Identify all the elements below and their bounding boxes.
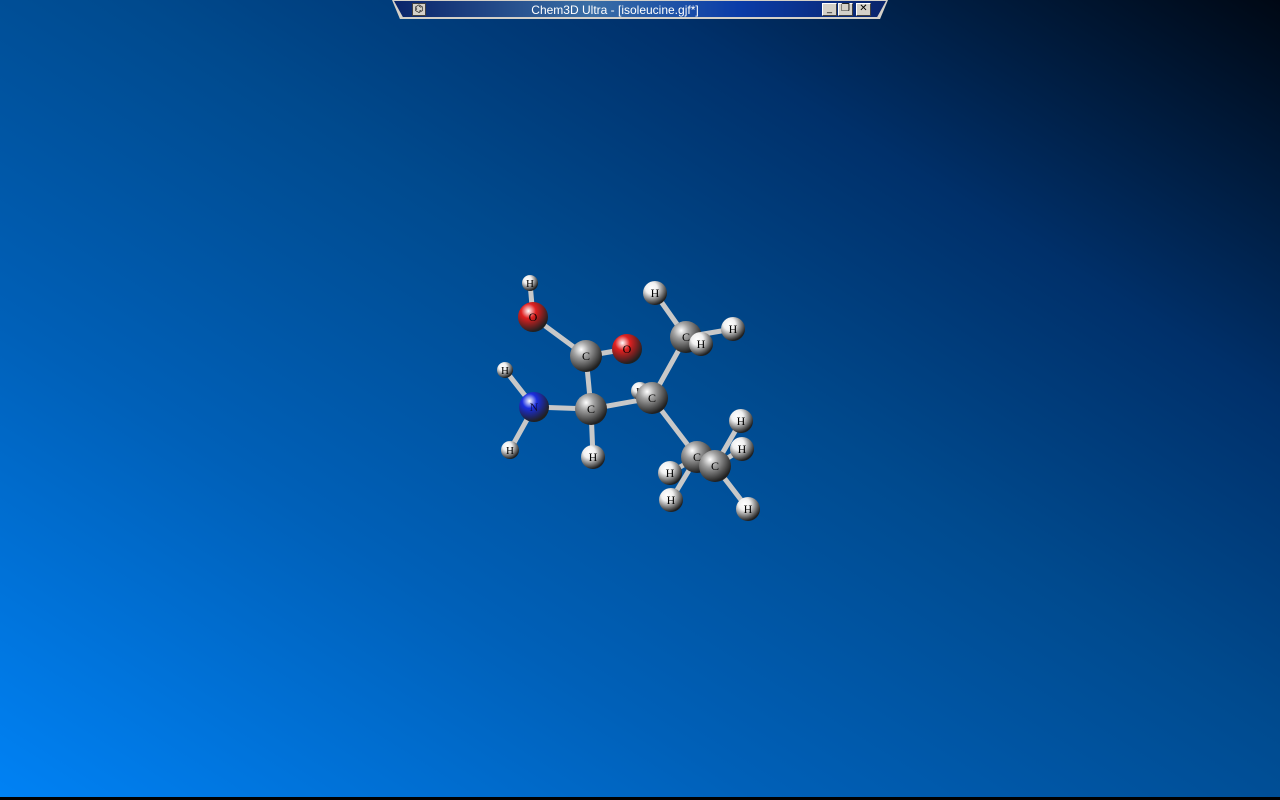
atom-label: C [582, 349, 590, 363]
atom-cd[interactable]: C [699, 450, 731, 482]
atom-label: O [623, 342, 632, 356]
atom-h12[interactable]: H [730, 437, 754, 461]
atom-ca[interactable]: C [575, 393, 607, 425]
atom-label: H [738, 442, 747, 456]
atom-h9[interactable]: H [658, 461, 682, 485]
close-button[interactable]: ✕ [856, 3, 871, 16]
atom-label: H [501, 365, 509, 377]
atom-label: O [529, 310, 538, 324]
minimize-button[interactable]: _ [822, 3, 837, 16]
atom-label: H [506, 445, 514, 457]
atom-label: N [530, 400, 539, 414]
atom-c1[interactable]: C [570, 340, 602, 372]
atom-n[interactable]: N [519, 392, 549, 422]
atom-h10[interactable]: H [659, 488, 683, 512]
atom-h13[interactable]: H [736, 497, 760, 521]
titlebar-fill: ⌬ Chem3D Ultra - [isoleucine.gjf*] _ ❐ ✕ [394, 1, 886, 17]
atom-label: H [744, 502, 753, 516]
atom-h4[interactable]: H [581, 445, 605, 469]
atom-label: H [667, 493, 676, 507]
molecule-model[interactable]: HCHOHHNHCCOHCHHHHCCHHH [0, 20, 1280, 797]
window-titlebar[interactable]: ⌬ Chem3D Ultra - [isoleucine.gjf*] _ ❐ ✕ [392, 0, 888, 19]
atom-h11[interactable]: H [729, 409, 753, 433]
atom-label: C [587, 402, 595, 416]
atom-o1[interactable]: O [612, 334, 642, 364]
atom-label: H [666, 466, 675, 480]
atom-label: C [682, 330, 690, 344]
atom-label: H [729, 322, 738, 336]
atom-label: H [737, 414, 746, 428]
restore-button[interactable]: ❐ [838, 3, 853, 16]
atom-h3[interactable]: H [501, 441, 519, 459]
atom-h8[interactable]: H [689, 332, 713, 356]
atom-label: H [697, 337, 706, 351]
atom-o2[interactable]: O [518, 302, 548, 332]
atom-cb[interactable]: C [636, 382, 668, 414]
app-menu-icon[interactable]: ⌬ [412, 3, 426, 16]
atom-label: H [589, 450, 598, 464]
window-title: Chem3D Ultra - [isoleucine.gjf*] [531, 3, 699, 17]
atom-h7[interactable]: H [721, 317, 745, 341]
molecule-viewport[interactable]: HCHOHHNHCCOHCHHHHCCHHH [0, 20, 1280, 797]
atom-h6[interactable]: H [643, 281, 667, 305]
atom-h1[interactable]: H [522, 275, 538, 291]
atom-h2[interactable]: H [497, 362, 513, 378]
atom-label: H [526, 278, 534, 290]
atom-label: C [648, 391, 656, 405]
atom-label: H [651, 286, 660, 300]
atom-label: C [711, 459, 719, 473]
